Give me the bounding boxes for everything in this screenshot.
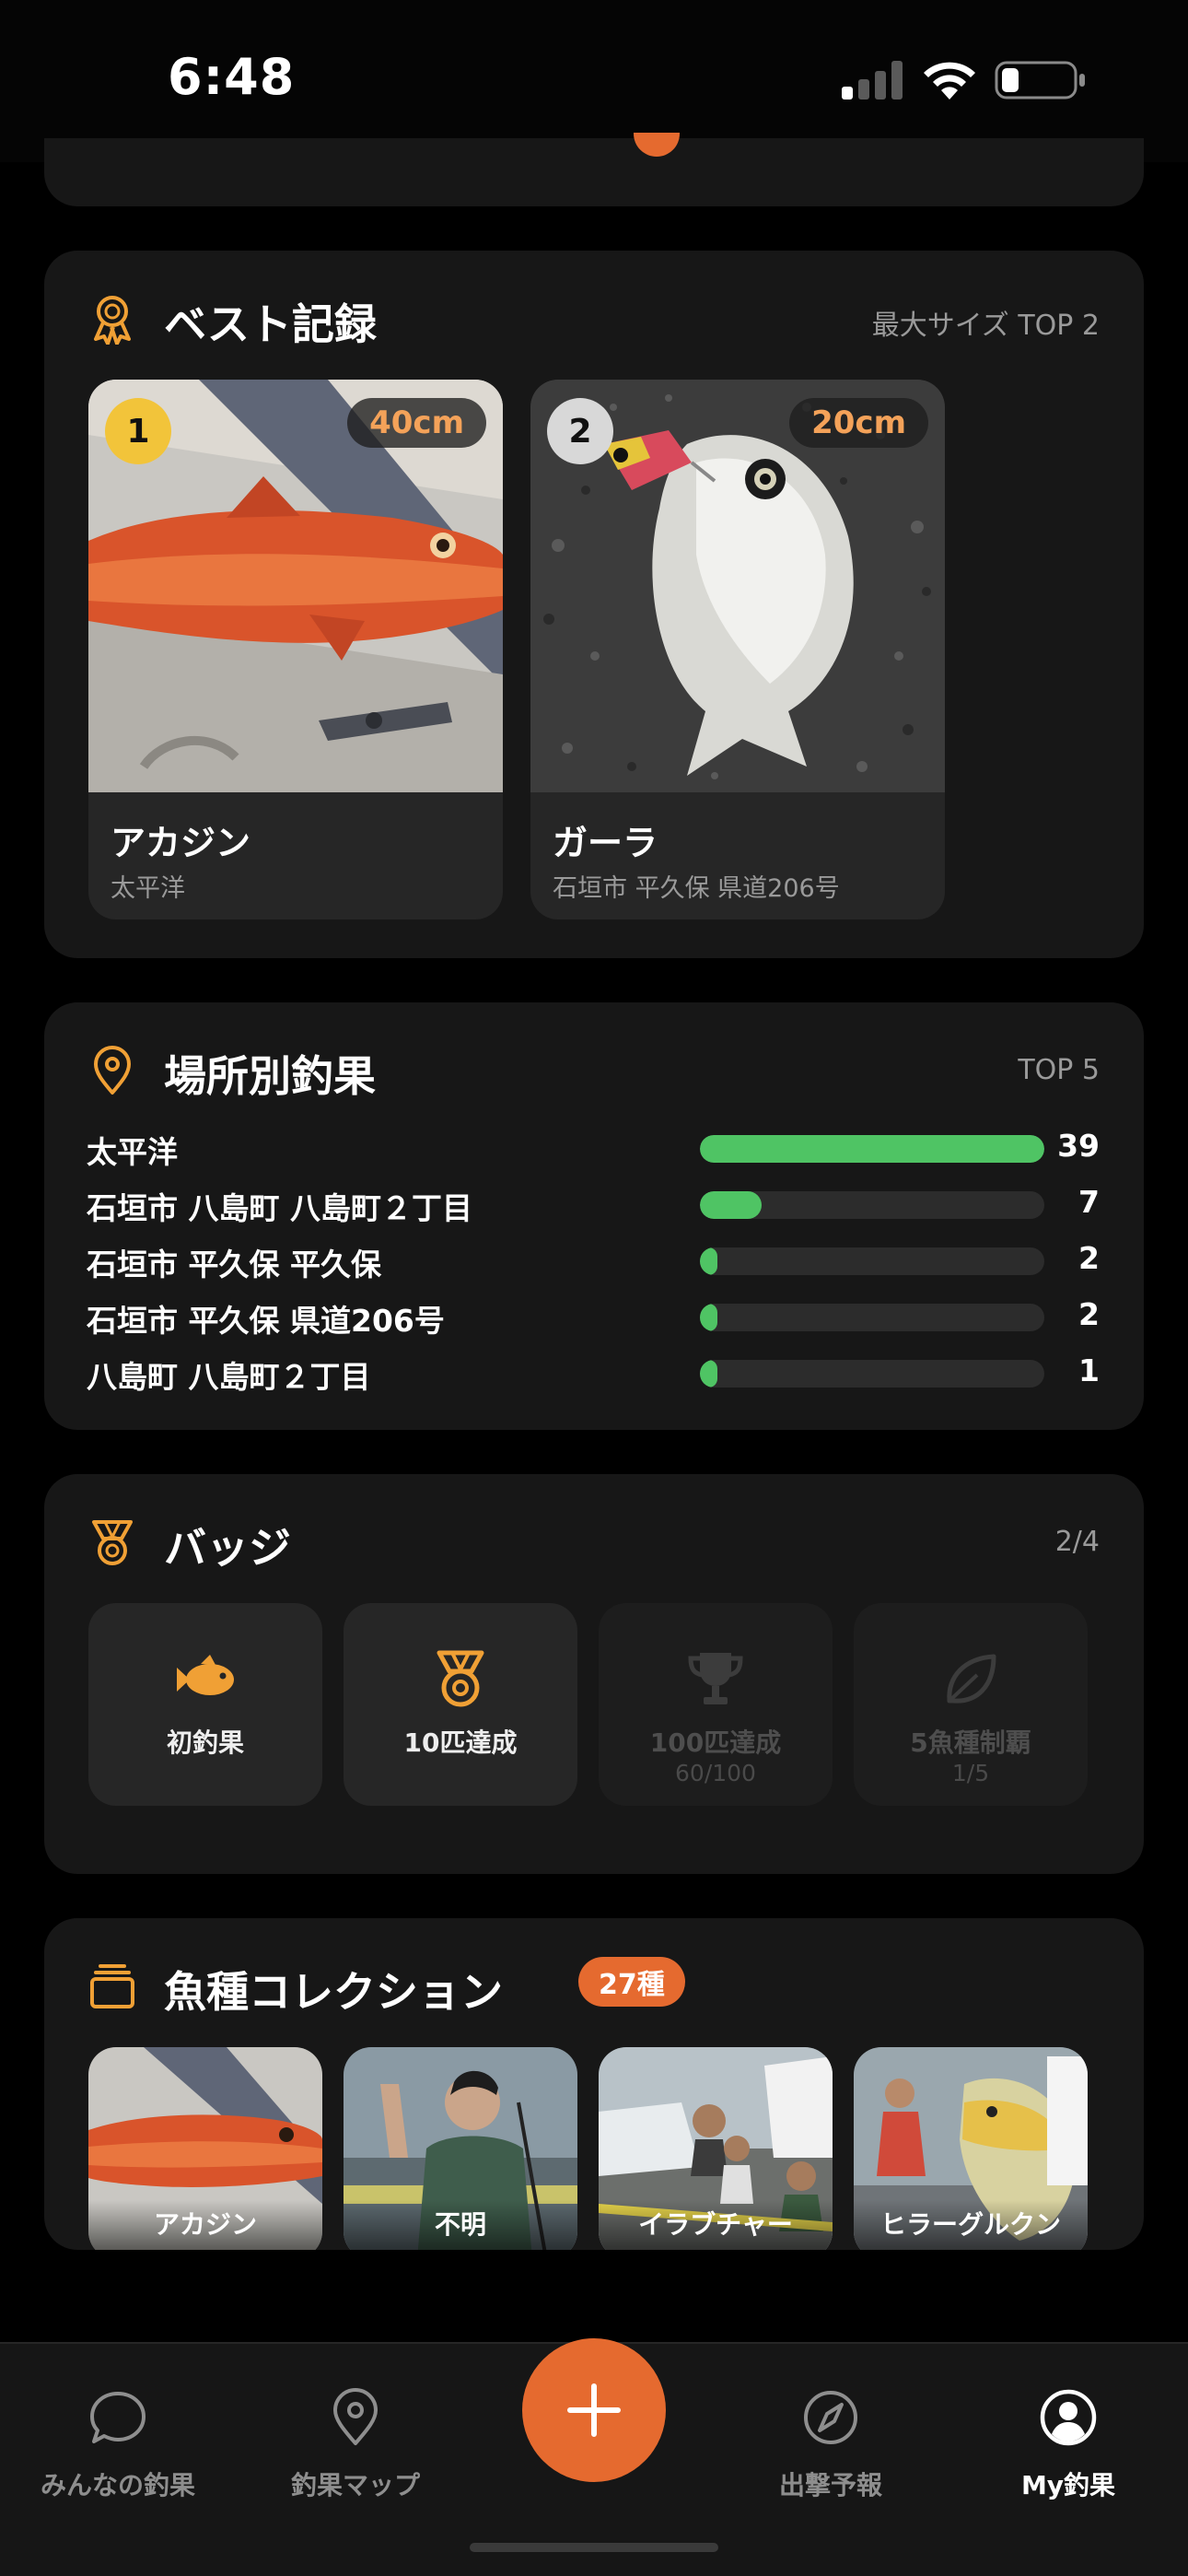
- location-bar-track: [700, 1304, 1044, 1331]
- location-row[interactable]: 石垣市 八島町 八島町２丁目 7: [87, 1182, 1100, 1226]
- plus-icon: [567, 2383, 621, 2437]
- species-collection-title: 魚種コレクション: [164, 1967, 503, 2017]
- location-bar-track: [700, 1191, 1044, 1219]
- compass-icon: [804, 2391, 857, 2444]
- species-name: イラブチャー: [599, 2200, 833, 2250]
- location-stats-card: 場所別釣果 TOP 5 太平洋 39 石垣市 八島町 八島町２丁目 7 石垣市 …: [44, 1002, 1144, 1430]
- location-name: 八島町 八島町２丁目: [87, 1359, 371, 1395]
- battery-icon: [995, 61, 1085, 100]
- badges-meta: 2/4: [1054, 1526, 1100, 1558]
- size-badge-2: 20cm: [789, 398, 928, 448]
- location-stats-header: 場所別釣果 TOP 5: [87, 1041, 1100, 1101]
- location-stats-meta: TOP 5: [1018, 1054, 1100, 1086]
- badge-10-catches[interactable]: 10匹達成: [344, 1603, 577, 1806]
- location-name: 石垣市 八島町 八島町２丁目: [87, 1190, 472, 1226]
- species-count-badge: 27種: [578, 1957, 685, 2007]
- chat-bubble-icon: [90, 2392, 146, 2443]
- species-collection-header: 魚種コレクション 27種: [87, 1957, 1100, 2017]
- tab-label: My釣果: [1020, 2470, 1116, 2500]
- record-card-2[interactable]: 2 20cm ガーラ 石垣市 平久保 県道206号: [530, 380, 945, 919]
- species-tile[interactable]: 不明: [344, 2047, 577, 2250]
- species-name: ヒラーグルクン: [854, 2200, 1088, 2250]
- location-bar-fill: [700, 1360, 717, 1388]
- location-row[interactable]: 八島町 八島町２丁目 1: [87, 1351, 1100, 1395]
- location-row[interactable]: 太平洋 39: [87, 1126, 1100, 1170]
- location-count: 1: [1078, 1352, 1100, 1388]
- tab-label: 釣果マップ: [290, 2470, 420, 2500]
- species-tile[interactable]: イラブチャー: [599, 2047, 833, 2250]
- home-indicator: [470, 2543, 718, 2552]
- tab-community[interactable]: みんなの釣果: [7, 2388, 228, 2517]
- record-card-1[interactable]: 1 40cm アカジン 太平洋: [88, 380, 503, 919]
- wifi-icon: [924, 62, 975, 100]
- size-badge-1: 40cm: [347, 398, 486, 448]
- tab-forecast[interactable]: 出撃予報: [720, 2388, 941, 2517]
- tab-label: 出撃予報: [778, 2470, 882, 2500]
- best-records-title: ベスト記録: [164, 299, 377, 349]
- best-records-card: ベスト記録 最大サイズ TOP 2 1 40cm アカジン 太平洋 2 20cm…: [44, 251, 1144, 958]
- leaf-icon: [947, 1654, 996, 1704]
- location-stats-title: 場所別釣果: [164, 1051, 376, 1101]
- medal-icon: [437, 1650, 484, 1707]
- location-bar-track: [700, 1360, 1044, 1388]
- location-row[interactable]: 石垣市 平久保 県道206号 2: [87, 1294, 1100, 1339]
- badge-first-catch[interactable]: 初釣果: [88, 1603, 322, 1806]
- species-name: アカジン: [88, 2200, 322, 2250]
- status-time: 6:48: [168, 48, 296, 106]
- record-name-2: ガーラ: [553, 823, 658, 863]
- best-records-meta: 最大サイズ TOP 2: [871, 310, 1100, 342]
- map-pin-icon: [333, 2388, 378, 2445]
- location-count: 2: [1078, 1240, 1100, 1276]
- trophy-icon: [688, 1653, 743, 1704]
- badge-label: 100匹達成: [649, 1727, 782, 1758]
- badge-5-species[interactable]: 5魚種制覇 1/5: [854, 1603, 1088, 1806]
- badges-card: バッジ 2/4 初釣果 10匹達成 100匹達成 60/100 5魚種制覇 1/…: [44, 1474, 1144, 1874]
- species-name: 不明: [344, 2200, 577, 2250]
- award-ribbon-icon: [94, 296, 131, 345]
- badge-label: 初釣果: [166, 1727, 244, 1758]
- profile-icon: [1040, 2389, 1097, 2446]
- record-location-2: 石垣市 平久保 県道206号: [553, 874, 840, 903]
- location-name: 石垣市 平久保 平久保: [87, 1247, 381, 1282]
- location-name: 石垣市 平久保 県道206号: [87, 1303, 445, 1339]
- location-name: 太平洋: [87, 1134, 178, 1170]
- location-count: 39: [1057, 1128, 1100, 1164]
- badge-100-catches[interactable]: 100匹達成 60/100: [599, 1603, 833, 1806]
- species-tile[interactable]: ヒラーグルクン: [854, 2047, 1088, 2250]
- cellular-signal-icon: [842, 61, 903, 100]
- badges-header: バッジ 2/4: [87, 1513, 1100, 1573]
- badges-title: バッジ: [164, 1523, 291, 1573]
- location-count: 7: [1078, 1184, 1100, 1220]
- location-count: 2: [1078, 1296, 1100, 1332]
- badge-label: 5魚種制覇: [910, 1727, 1031, 1758]
- stack-icon: [90, 1964, 134, 2008]
- location-bar-fill: [700, 1247, 718, 1275]
- rank-badge-1: 1: [105, 398, 171, 464]
- previous-card-indicator: [634, 133, 680, 157]
- badge-label: 10匹達成: [403, 1727, 518, 1758]
- rank-badge-2: 2: [547, 398, 613, 464]
- location-bar-fill: [700, 1191, 763, 1219]
- tab-my-catches[interactable]: My釣果: [958, 2388, 1179, 2517]
- location-bar-track: [700, 1135, 1044, 1163]
- tab-catch-map[interactable]: 釣果マップ: [245, 2388, 466, 2517]
- record-name-1: アカジン: [111, 823, 251, 863]
- location-bar-track: [700, 1247, 1044, 1275]
- map-pin-icon: [94, 1046, 131, 1095]
- previous-card-bottom: [44, 133, 1144, 206]
- species-collection-card: 魚種コレクション 27種 アカジン 不明 イラブチャー ヒラーグルクン: [44, 1918, 1144, 2250]
- location-bar-fill: [700, 1135, 1044, 1163]
- medal-icon: [92, 1520, 133, 1565]
- badge-progress: 60/100: [675, 1760, 756, 1786]
- location-row[interactable]: 石垣市 平久保 平久保 2: [87, 1238, 1100, 1282]
- add-catch-button[interactable]: [522, 2338, 666, 2482]
- tab-label: みんなの釣果: [40, 2470, 195, 2500]
- species-tile[interactable]: アカジン: [88, 2047, 322, 2250]
- location-bar-fill: [700, 1304, 718, 1331]
- record-location-1: 太平洋: [111, 874, 185, 903]
- fish-icon: [177, 1655, 234, 1695]
- best-records-header: ベスト記録 最大サイズ TOP 2: [87, 289, 1100, 349]
- badge-progress: 1/5: [951, 1760, 990, 1786]
